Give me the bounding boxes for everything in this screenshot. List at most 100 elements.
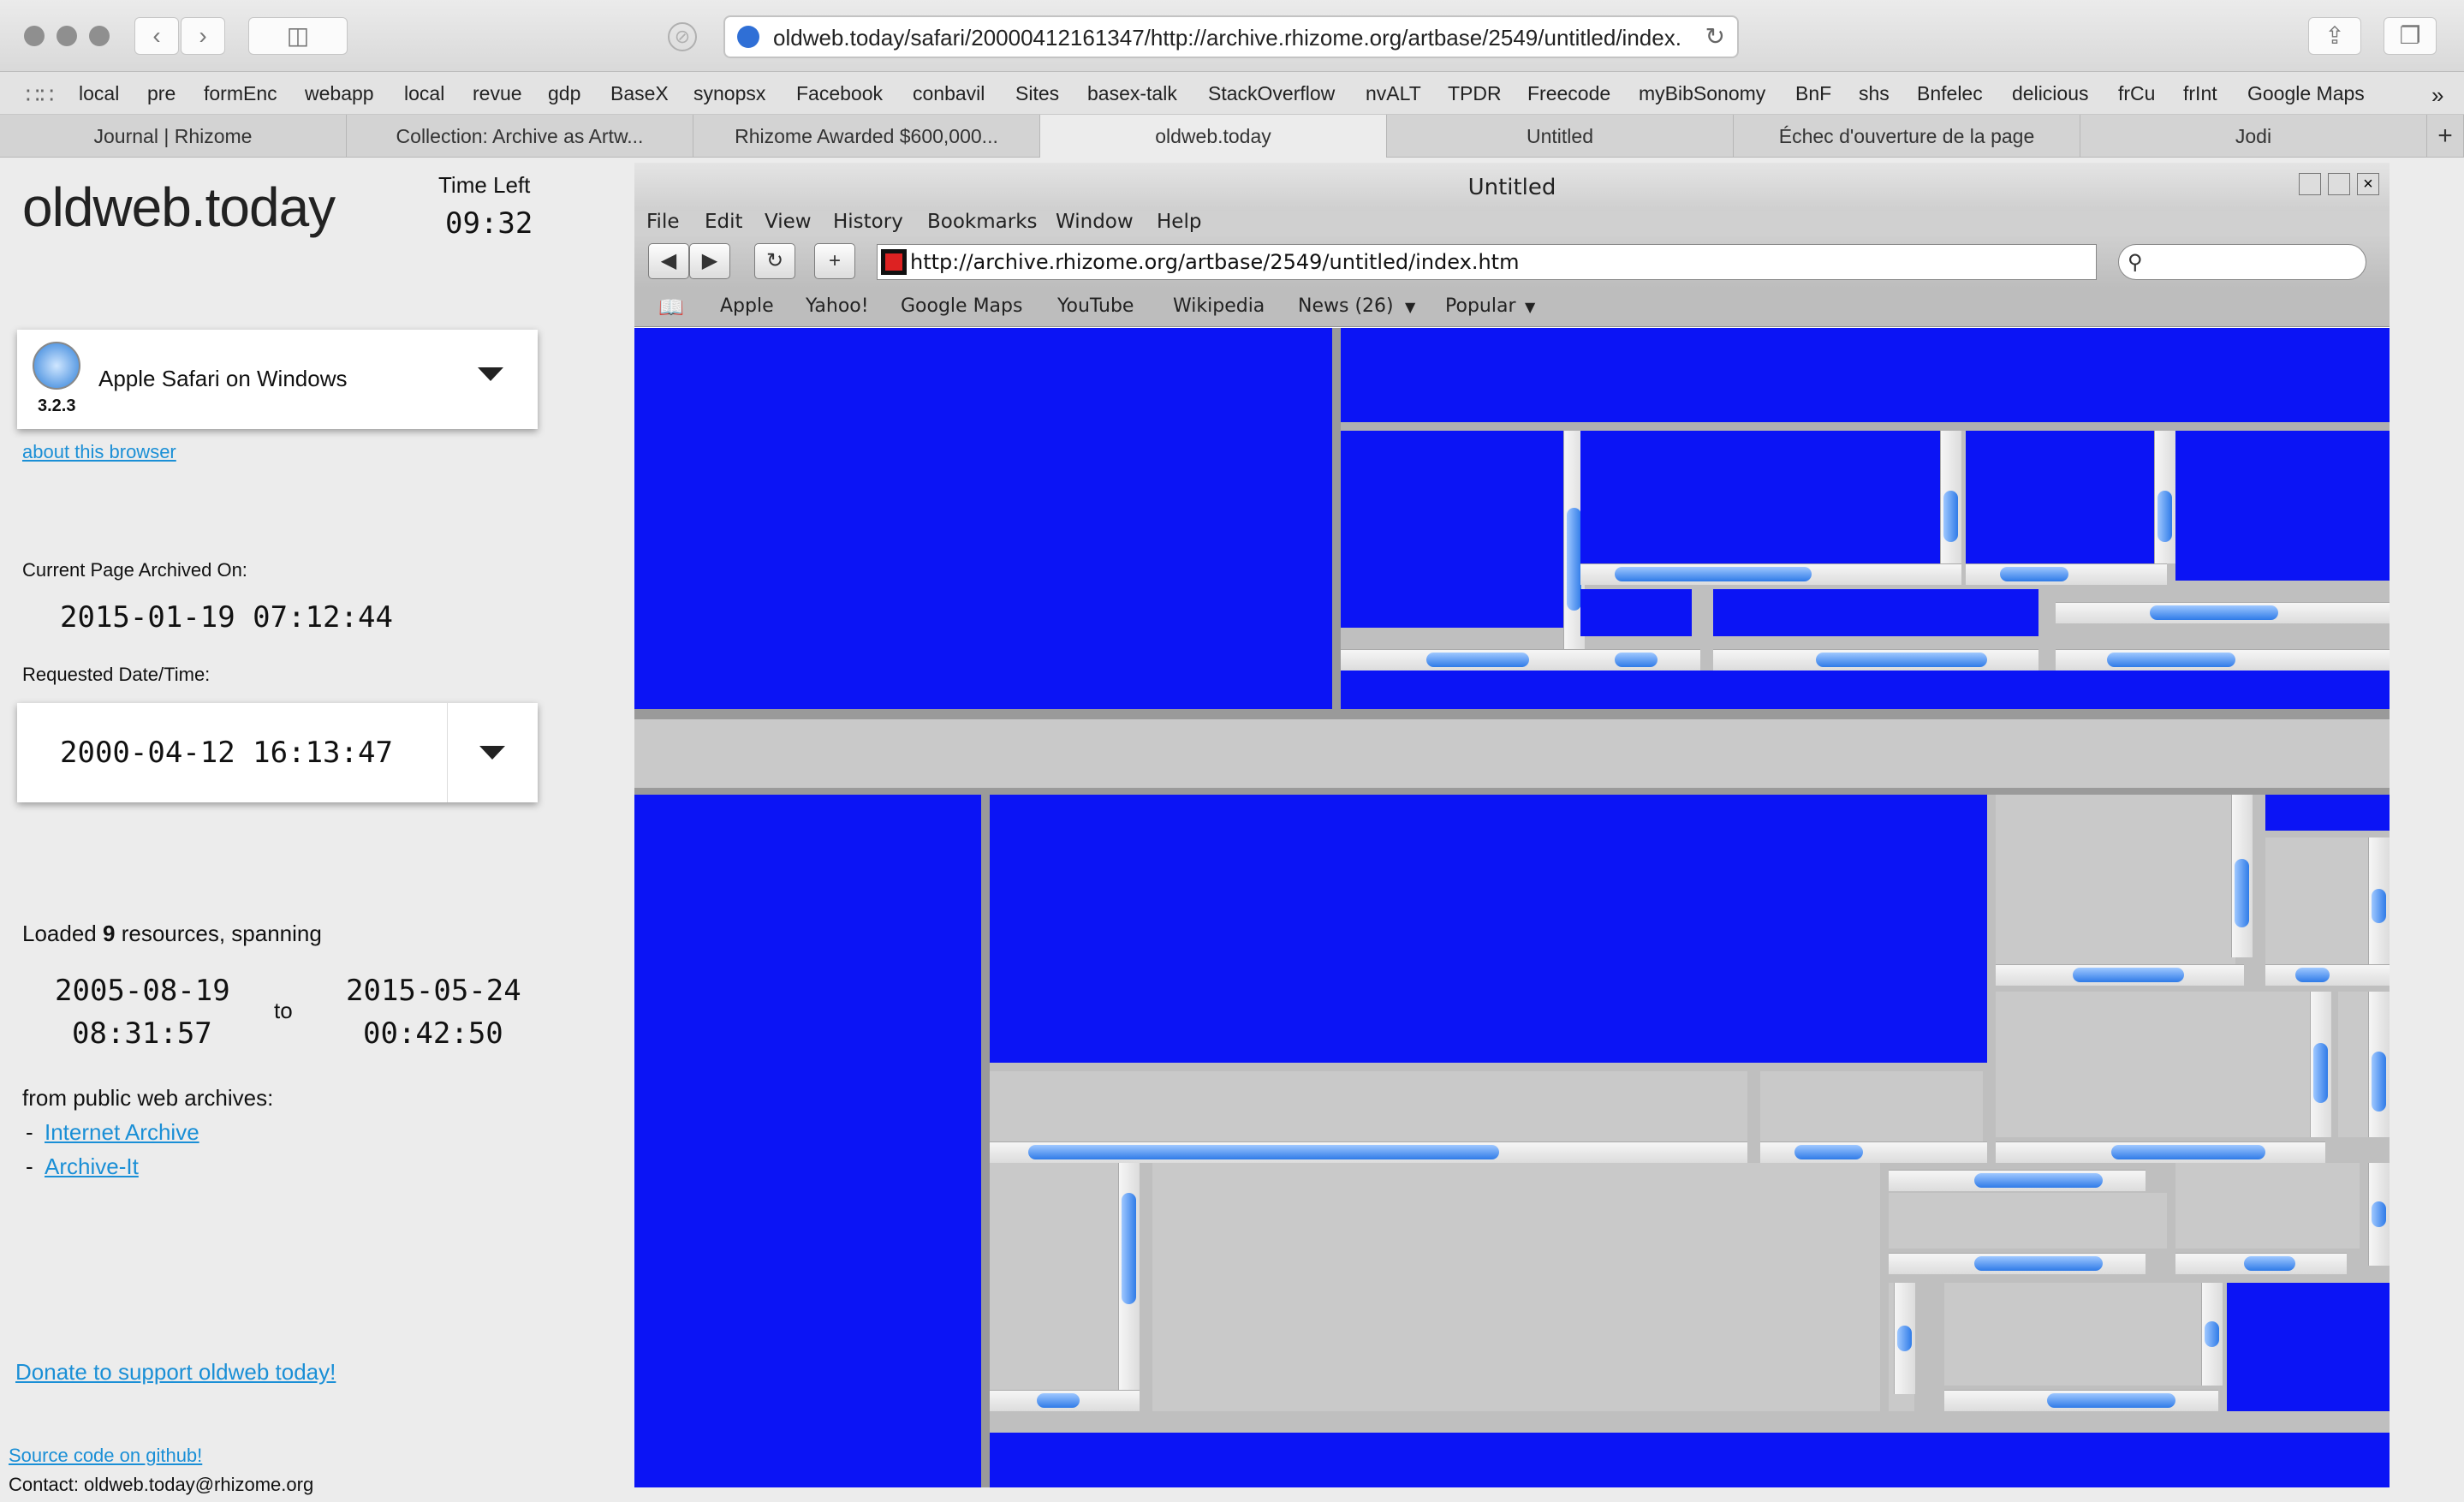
- emulated-bookmark[interactable]: Popular: [1445, 295, 1516, 317]
- bookmark-item[interactable]: webapp: [305, 82, 374, 105]
- scrollbar-horizontal[interactable]: [1889, 1253, 2146, 1274]
- back-button[interactable]: ◀: [648, 243, 689, 279]
- bookmark-item[interactable]: delicious: [2012, 82, 2089, 105]
- restore-icon[interactable]: [2328, 173, 2350, 195]
- scrollbar-horizontal[interactable]: [2056, 602, 2390, 623]
- emulated-bookmark[interactable]: Apple: [720, 295, 774, 317]
- scrollbar-horizontal[interactable]: [1341, 649, 1580, 671]
- zoom-window-button[interactable]: [89, 26, 110, 46]
- menu-view[interactable]: View: [765, 211, 812, 233]
- minimize-icon[interactable]: [2299, 173, 2321, 195]
- menu-file[interactable]: File: [646, 211, 680, 233]
- bookmark-item[interactable]: pre: [147, 82, 176, 105]
- tab-jodi[interactable]: Jodi: [2080, 115, 2427, 158]
- scrollbar-vertical[interactable]: [2310, 992, 2331, 1137]
- scrollbar-horizontal[interactable]: [990, 1141, 1747, 1163]
- close-icon[interactable]: ×: [2357, 173, 2379, 195]
- bookmark-item[interactable]: StackOverflow: [1208, 82, 1335, 105]
- internet-archive-link[interactable]: Internet Archive: [45, 1119, 199, 1146]
- donate-link[interactable]: Donate to support oldweb today!: [15, 1359, 336, 1386]
- emulated-address-bar[interactable]: http://archive.rhizome.org/artbase/2549/…: [877, 244, 2097, 280]
- scrollbar-horizontal[interactable]: [1580, 563, 1961, 585]
- bookmark-item[interactable]: local: [404, 82, 444, 105]
- scrollbar-vertical[interactable]: [2368, 837, 2390, 966]
- menu-help[interactable]: Help: [1157, 211, 1201, 233]
- scrollbar-vertical[interactable]: [1118, 1163, 1140, 1390]
- tabs-overview-button[interactable]: ❐: [2384, 17, 2437, 55]
- requested-date-select[interactable]: 2000-04-12 16:13:47: [17, 703, 538, 802]
- scrollbar-horizontal[interactable]: [1966, 563, 2167, 585]
- tab-collection-archive[interactable]: Collection: Archive as Artw...: [347, 115, 693, 158]
- reload-icon[interactable]: ↻: [1705, 22, 1725, 51]
- bookmark-item[interactable]: Freecode: [1527, 82, 1610, 105]
- tab-journal-rhizome[interactable]: Journal | Rhizome: [0, 115, 347, 158]
- minimize-window-button[interactable]: [57, 26, 77, 46]
- bookmark-item[interactable]: myBibSonomy: [1639, 82, 1765, 105]
- bookmark-item[interactable]: frCu: [2118, 82, 2155, 105]
- emulated-bookmark[interactable]: News (26): [1298, 295, 1394, 317]
- grid-icon[interactable]: ∷∷: [26, 82, 54, 109]
- scrollbar-horizontal[interactable]: [990, 1390, 1140, 1411]
- scrollbar-horizontal[interactable]: [1580, 649, 1700, 671]
- emulated-bookmark[interactable]: Wikipedia: [1173, 295, 1265, 317]
- scrollbar-horizontal[interactable]: [1760, 1141, 1987, 1163]
- bookmark-item[interactable]: basex-talk: [1087, 82, 1177, 105]
- scrollbar-vertical[interactable]: [1894, 1283, 1915, 1394]
- bookmark-item[interactable]: revue: [473, 82, 522, 105]
- forward-button[interactable]: ▶: [689, 243, 730, 279]
- menu-window[interactable]: Window: [1056, 211, 1134, 233]
- close-window-button[interactable]: [24, 26, 45, 46]
- menu-history[interactable]: History: [833, 211, 903, 233]
- source-code-link[interactable]: Source code on github!: [9, 1445, 202, 1467]
- scrollbar-horizontal[interactable]: [2175, 1253, 2347, 1274]
- scrollbar-horizontal[interactable]: [2056, 649, 2390, 671]
- emulated-bookmark[interactable]: Google Maps: [901, 295, 1022, 317]
- browser-selector[interactable]: 3.2.3 Apple Safari on Windows: [17, 330, 538, 429]
- menu-edit[interactable]: Edit: [705, 211, 743, 233]
- bookmark-item[interactable]: Sites: [1015, 82, 1059, 105]
- bookmark-item[interactable]: gdp: [548, 82, 580, 105]
- bookmark-item[interactable]: shs: [1859, 82, 1890, 105]
- scrollbar-horizontal[interactable]: [2265, 964, 2390, 986]
- scrollbar-horizontal[interactable]: [1996, 964, 2244, 986]
- back-button[interactable]: ‹: [134, 17, 179, 55]
- scrollbar-horizontal[interactable]: [1996, 1141, 2325, 1163]
- emulated-bookmark[interactable]: Yahoo!: [806, 295, 869, 317]
- tab-echec-ouverture[interactable]: Échec d'ouverture de la page: [1734, 115, 2080, 158]
- emulated-search-field[interactable]: ⚲: [2118, 244, 2366, 280]
- tab-untitled[interactable]: Untitled: [1387, 115, 1734, 158]
- sidebar-toggle-button[interactable]: ◫: [248, 17, 348, 55]
- scrollbar-vertical[interactable]: [2368, 992, 2390, 1137]
- address-bar[interactable]: oldweb.today/safari/20000412161347/http:…: [723, 15, 1739, 58]
- reload-button[interactable]: ↻: [754, 243, 795, 279]
- emulated-bookmark[interactable]: YouTube: [1057, 295, 1134, 317]
- blocked-icon[interactable]: ⊘: [668, 22, 697, 51]
- scrollbar-vertical[interactable]: [2201, 1283, 2223, 1386]
- scrollbar-horizontal[interactable]: [1713, 649, 2038, 671]
- bookmark-item[interactable]: BnF: [1795, 82, 1831, 105]
- bookmark-item[interactable]: Facebook: [796, 82, 883, 105]
- bookmark-item[interactable]: nvALT: [1366, 82, 1421, 105]
- bookmark-item[interactable]: frInt: [2183, 82, 2217, 105]
- tab-oldweb-today[interactable]: oldweb.today: [1040, 115, 1387, 158]
- bookmark-item[interactable]: TPDR: [1448, 82, 1502, 105]
- share-button[interactable]: ⇪: [2308, 17, 2361, 55]
- menu-bookmarks[interactable]: Bookmarks: [927, 211, 1038, 233]
- book-icon[interactable]: 📖: [658, 295, 684, 319]
- scrollbar-vertical[interactable]: [2231, 795, 2253, 957]
- scrollbar-vertical[interactable]: [1940, 431, 1961, 563]
- bookmark-item[interactable]: Bnfelec: [1917, 82, 1983, 105]
- more-bookmarks-icon[interactable]: »: [2431, 82, 2443, 109]
- forward-button[interactable]: ›: [181, 17, 225, 55]
- scrollbar-vertical[interactable]: [2368, 1163, 2390, 1266]
- new-tab-button[interactable]: +: [2427, 115, 2464, 158]
- bookmark-item[interactable]: conbavil: [913, 82, 985, 105]
- about-browser-link[interactable]: about this browser: [22, 441, 176, 463]
- archive-it-link[interactable]: Archive-It: [45, 1153, 139, 1180]
- scrollbar-horizontal[interactable]: [1944, 1390, 2218, 1411]
- bookmark-item[interactable]: synopsx: [693, 82, 765, 105]
- tab-rhizome-awarded[interactable]: Rhizome Awarded $600,000...: [693, 115, 1040, 158]
- add-bookmark-button[interactable]: +: [814, 243, 855, 279]
- bookmark-item[interactable]: formEnc: [204, 82, 277, 105]
- bookmark-item[interactable]: Google Maps: [2247, 82, 2365, 105]
